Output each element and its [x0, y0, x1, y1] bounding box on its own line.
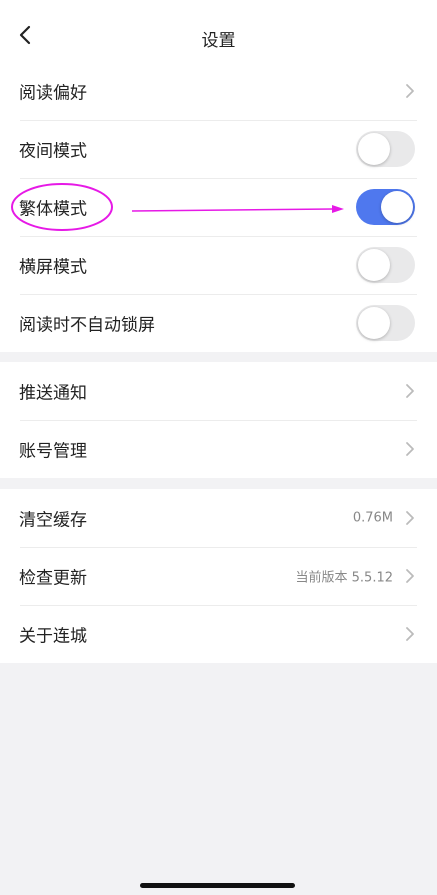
row-label: 检查更新 [19, 568, 87, 589]
chevron-right-icon [406, 384, 414, 398]
toggle-knob [358, 133, 390, 165]
page-title: 设置 [201, 31, 236, 51]
chevron-right-icon [406, 84, 414, 98]
row-label: 横屏模式 [19, 257, 87, 278]
row-label: 阅读偏好 [19, 83, 87, 104]
toggle-knob [358, 307, 390, 339]
row-label: 关于连城 [19, 626, 87, 647]
chevron-right-icon [406, 442, 414, 456]
row-label: 推送通知 [19, 383, 87, 404]
traditional-chinese-row: 繁体模式 [0, 178, 437, 236]
check-update-row[interactable]: 检查更新 当前版本 5.5.12 [0, 547, 437, 605]
settings-group-account: 推送通知 账号管理 [0, 362, 437, 478]
reading-preference-row[interactable]: 阅读偏好 [0, 62, 437, 120]
home-indicator [140, 883, 295, 888]
toggle-knob [381, 191, 413, 223]
chevron-right-icon [406, 627, 414, 641]
row-label: 清空缓存 [19, 510, 87, 531]
night-mode-row: 夜间模式 [0, 120, 437, 178]
chevron-right-icon [406, 511, 414, 525]
traditional-chinese-toggle[interactable] [356, 189, 415, 225]
row-label: 夜间模式 [19, 141, 87, 162]
landscape-mode-row: 横屏模式 [0, 236, 437, 294]
night-mode-toggle[interactable] [356, 131, 415, 167]
nav-bar: 设置 [0, 0, 437, 62]
cache-size-value: 0.76M [352, 510, 393, 526]
landscape-mode-toggle[interactable] [356, 247, 415, 283]
keep-screen-on-row: 阅读时不自动锁屏 [0, 294, 437, 352]
settings-group-app: 清空缓存 0.76M 检查更新 当前版本 5.5.12 关于连城 [0, 489, 437, 663]
row-label: 阅读时不自动锁屏 [19, 315, 155, 336]
about-row[interactable]: 关于连城 [0, 605, 437, 663]
row-label: 账号管理 [19, 441, 87, 462]
version-value: 当前版本 5.5.12 [295, 570, 393, 586]
chevron-right-icon [406, 569, 414, 583]
row-label: 繁体模式 [19, 199, 87, 220]
clear-cache-row[interactable]: 清空缓存 0.76M [0, 489, 437, 547]
settings-group-display: 阅读偏好 夜间模式 繁体模式 横屏模式 阅读时不自动锁屏 [0, 62, 437, 352]
toggle-knob [358, 249, 390, 281]
account-management-row[interactable]: 账号管理 [0, 420, 437, 478]
push-notification-row[interactable]: 推送通知 [0, 362, 437, 420]
keep-screen-on-toggle[interactable] [356, 305, 415, 341]
